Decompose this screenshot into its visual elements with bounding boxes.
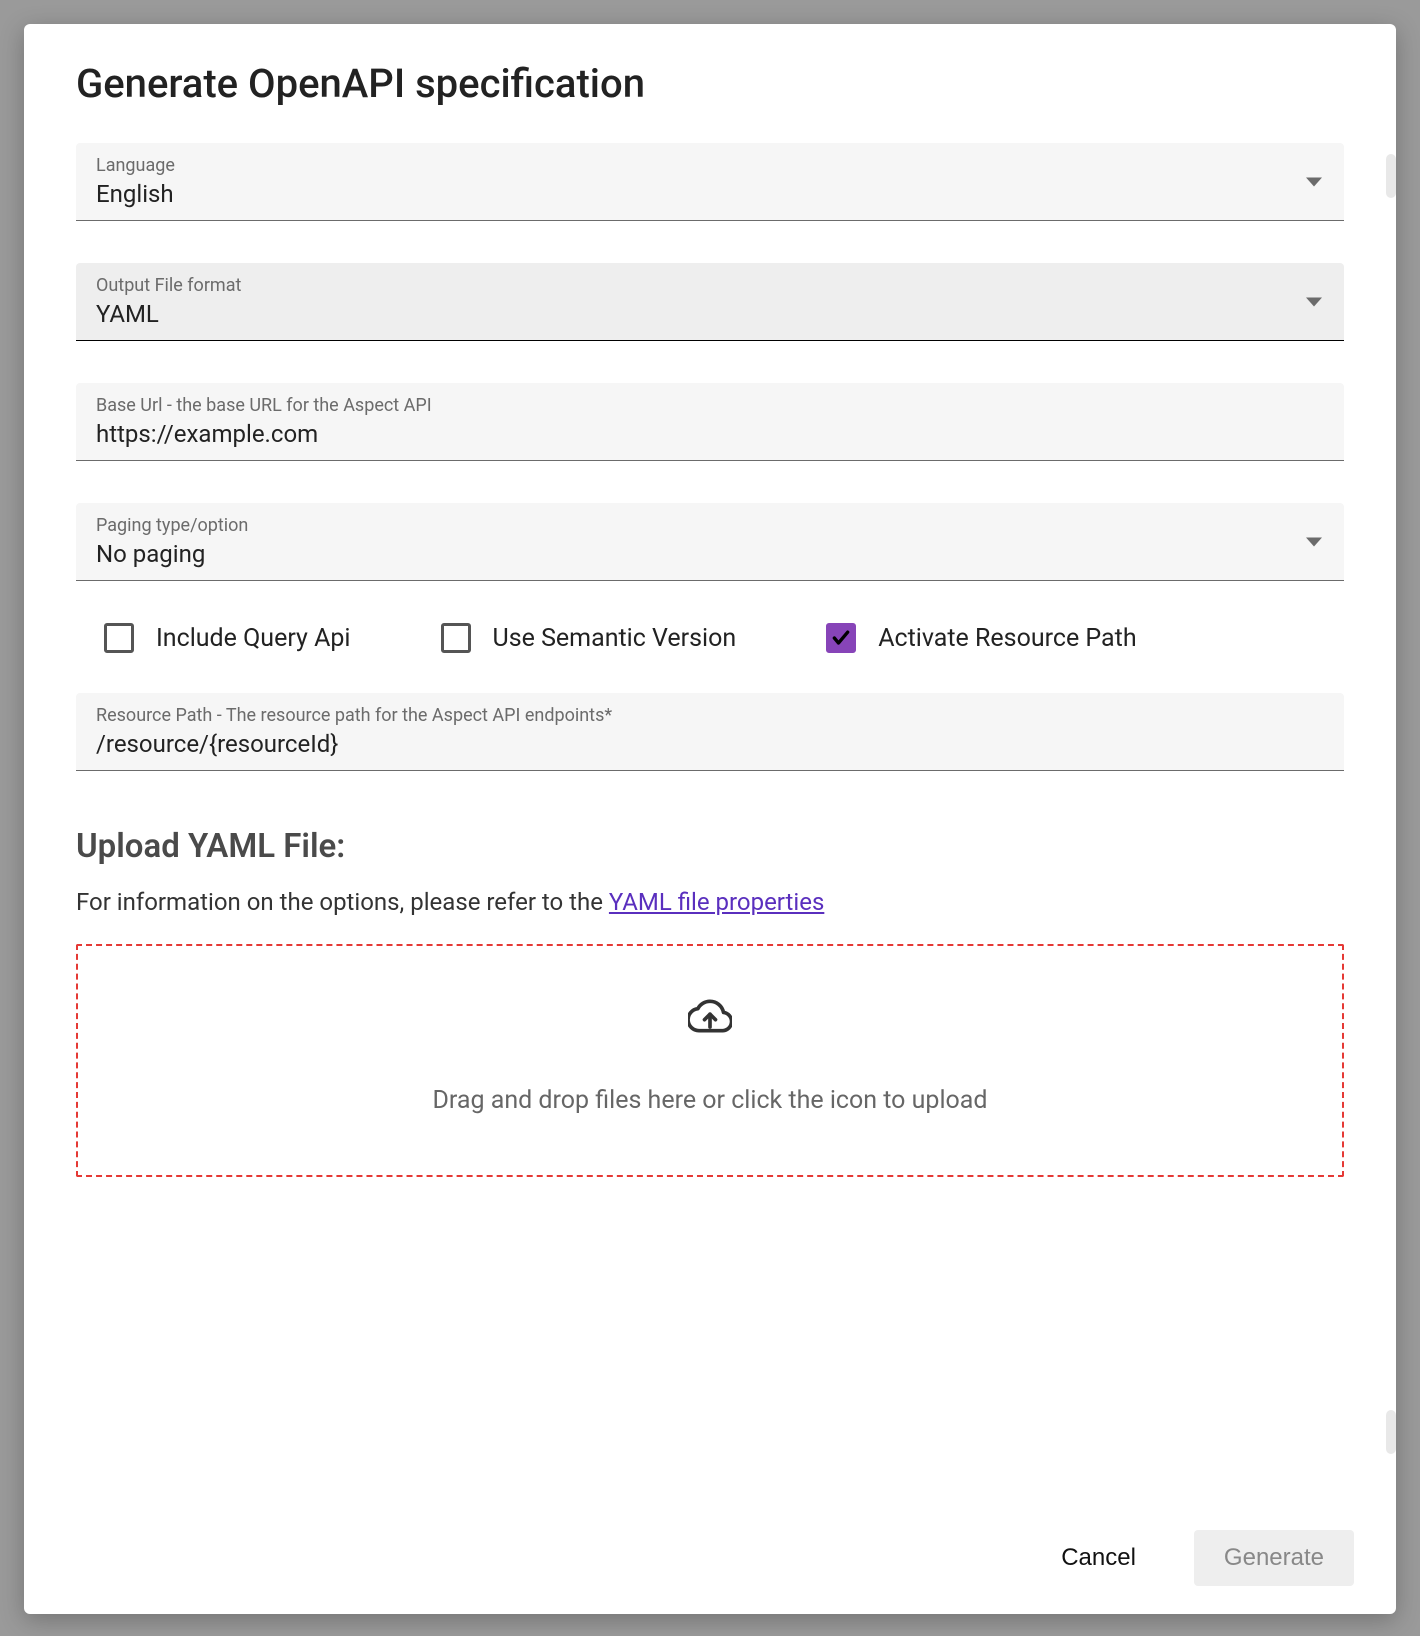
output-format-select[interactable]: Output File format YAML [76, 263, 1344, 341]
dialog-actions: Cancel Generate [24, 1512, 1396, 1614]
dialog: Generate OpenAPI specification Language … [24, 24, 1396, 1614]
cloud-upload-icon [688, 994, 732, 1038]
checkbox-box-icon [441, 623, 471, 653]
include-query-api-checkbox[interactable]: Include Query Api [104, 623, 351, 653]
activate-resource-path-checkbox[interactable]: Activate Resource Path [826, 623, 1136, 653]
paging-select[interactable]: Paging type/option No paging [76, 503, 1344, 581]
activate-resource-path-label: Activate Resource Path [878, 624, 1136, 653]
base-url-field[interactable]: Base Url - the base URL for the Aspect A… [76, 383, 1344, 461]
use-semantic-version-checkbox[interactable]: Use Semantic Version [441, 623, 737, 653]
include-query-api-label: Include Query Api [156, 624, 351, 653]
dropdown-caret-icon [1306, 177, 1322, 186]
options-row: Include Query Api Use Semantic Version A… [76, 623, 1344, 653]
dropdown-caret-icon [1306, 297, 1322, 306]
resource-path-value: /resource/{resourceId} [96, 730, 1324, 758]
output-format-label: Output File format [96, 275, 1324, 296]
resource-path-label: Resource Path - The resource path for th… [96, 705, 1324, 726]
dialog-title: Generate OpenAPI specification [76, 60, 1344, 107]
dialog-body: Generate OpenAPI specification Language … [24, 24, 1396, 1512]
language-label: Language [96, 155, 1324, 176]
paging-label: Paging type/option [96, 515, 1324, 536]
resource-path-field[interactable]: Resource Path - The resource path for th… [76, 693, 1344, 771]
checkbox-box-icon [104, 623, 134, 653]
base-url-value: https://example.com [96, 420, 1324, 448]
upload-help-prefix: For information on the options, please r… [76, 888, 609, 916]
upload-section-title: Upload YAML File: [76, 827, 1344, 866]
scrollbar-thumb[interactable] [1386, 154, 1396, 198]
cancel-button[interactable]: Cancel [1031, 1530, 1166, 1586]
language-value: English [96, 180, 1324, 208]
yaml-properties-link[interactable]: YAML file properties [609, 888, 824, 916]
base-url-label: Base Url - the base URL for the Aspect A… [96, 395, 1324, 416]
output-format-value: YAML [96, 300, 1324, 328]
language-select[interactable]: Language English [76, 143, 1344, 221]
dropdown-caret-icon [1306, 537, 1322, 546]
dropzone-text: Drag and drop files here or click the ic… [98, 1086, 1322, 1115]
upload-dropzone[interactable]: Drag and drop files here or click the ic… [76, 944, 1344, 1177]
paging-value: No paging [96, 540, 1324, 568]
scrollbar-thumb[interactable] [1386, 1410, 1396, 1454]
upload-help-text: For information on the options, please r… [76, 888, 1344, 916]
checkbox-box-icon [826, 623, 856, 653]
generate-button[interactable]: Generate [1194, 1530, 1354, 1586]
use-semantic-version-label: Use Semantic Version [493, 624, 737, 653]
